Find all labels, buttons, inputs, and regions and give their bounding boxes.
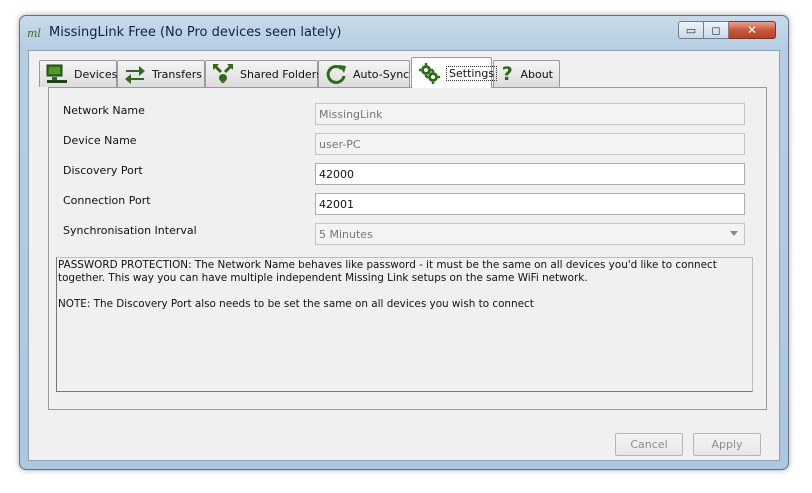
close-icon: ✕ xyxy=(746,23,758,37)
client-area: Devices Transfers Shared Folders Auto-Sy… xyxy=(28,50,780,461)
tab-label: Settings xyxy=(446,65,498,81)
tab-label: About xyxy=(520,67,553,81)
tab-label: Auto-Sync xyxy=(353,67,410,81)
device-name-label: Device Name xyxy=(63,134,137,147)
maximize-icon: ◻ xyxy=(711,23,721,37)
network-name-label: Network Name xyxy=(63,104,145,117)
gears-icon xyxy=(418,62,440,84)
shared-folders-icon xyxy=(212,63,234,85)
sync-interval-select[interactable]: 5 Minutes xyxy=(315,223,745,245)
minimize-icon: ▭ xyxy=(685,23,697,37)
window-title: MissingLink Free (No Pro devices seen la… xyxy=(49,25,342,40)
info-text-area[interactable]: PASSWORD PROTECTION: The Network Name be… xyxy=(56,257,753,392)
tab-label: Devices xyxy=(74,67,118,81)
discovery-port-field[interactable]: 42000 xyxy=(315,163,745,185)
chevron-down-icon xyxy=(730,231,738,236)
settings-panel: Network Name MissingLink Device Name use… xyxy=(48,87,767,410)
minimize-button[interactable]: ▭ xyxy=(678,21,704,39)
tab-shared-folders[interactable]: Shared Folders xyxy=(205,60,322,87)
app-logo-icon: ml xyxy=(27,27,41,40)
discovery-port-label: Discovery Port xyxy=(63,164,143,177)
connection-port-label: Connection Port xyxy=(63,194,151,207)
sync-interval-label: Synchronisation Interval xyxy=(63,224,197,237)
title-bar[interactable]: ml MissingLink Free (No Pro devices seen… xyxy=(20,16,788,50)
tab-auto-sync[interactable]: Auto-Sync xyxy=(318,60,410,87)
tab-devices[interactable]: Devices xyxy=(39,60,117,87)
tab-settings[interactable]: Settings xyxy=(411,57,498,88)
network-name-field[interactable]: MissingLink xyxy=(315,103,745,125)
close-button[interactable]: ✕ xyxy=(729,21,776,39)
main-window: ml MissingLink Free (No Pro devices seen… xyxy=(19,15,789,470)
maximize-button[interactable]: ◻ xyxy=(704,21,729,39)
tab-label: Shared Folders xyxy=(240,67,322,81)
tab-label: Transfers xyxy=(152,67,202,81)
apply-button[interactable]: Apply xyxy=(693,433,761,456)
sync-interval-value: 5 Minutes xyxy=(319,228,373,241)
question-icon: ? xyxy=(501,62,513,85)
computer-icon xyxy=(46,63,68,85)
tab-about[interactable]: ? About xyxy=(493,60,560,87)
connection-port-field[interactable]: 42001 xyxy=(315,193,745,215)
discovery-port-note: NOTE: The Discovery Port also needs to b… xyxy=(58,298,534,310)
sync-icon xyxy=(325,63,347,85)
cancel-button[interactable]: Cancel xyxy=(615,433,683,456)
password-protection-note: PASSWORD PROTECTION: The Network Name be… xyxy=(58,259,717,284)
tab-transfers[interactable]: Transfers xyxy=(117,60,205,87)
device-name-field[interactable]: user-PC xyxy=(315,133,745,155)
transfer-arrows-icon xyxy=(124,63,146,85)
